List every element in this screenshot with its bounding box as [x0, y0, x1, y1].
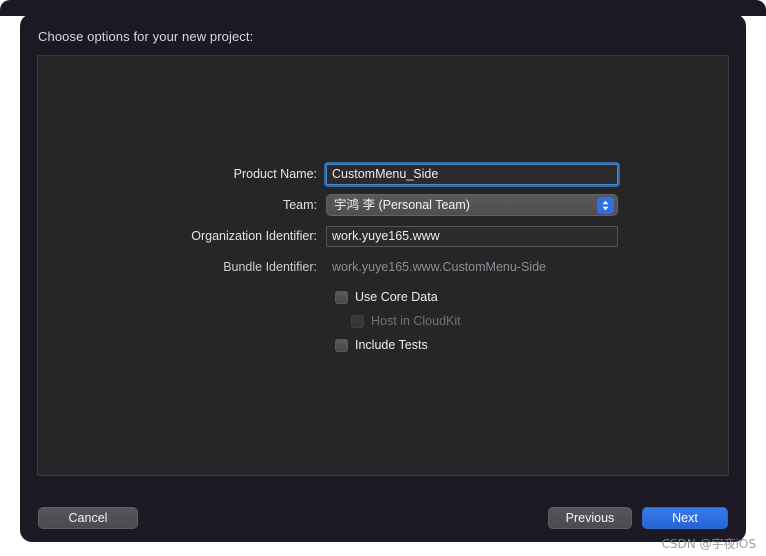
- team-popup-button[interactable]: 宇鸿 李 (Personal Team): [326, 194, 618, 216]
- watermark: CSDN @宇夜iOS: [661, 537, 756, 551]
- checkbox-row-use-core-data: Use Core Data: [38, 287, 730, 307]
- chevron-up-down-icon[interactable]: [597, 197, 614, 214]
- team-selected-value: 宇鸿 李 (Personal Team): [334, 198, 470, 212]
- product-name-field-wrap: [326, 163, 618, 185]
- organization-identifier-input[interactable]: [326, 225, 618, 247]
- screenshot-root: Choose options for your new project: Pro…: [0, 0, 766, 556]
- team-label: Team:: [282, 198, 317, 212]
- sheet-footer: Cancel Previous Next: [20, 490, 746, 542]
- cancel-button[interactable]: Cancel: [38, 507, 138, 529]
- field-row-bundle-identifier: Bundle Identifier: work.yuye165.www.Cust…: [38, 256, 730, 278]
- new-project-options-sheet: Choose options for your new project: Pro…: [20, 14, 746, 542]
- options-panel: Product Name: Team: 宇鸿 李 (Personal Team): [37, 55, 729, 476]
- field-row-organization-identifier: Organization Identifier:: [38, 225, 730, 247]
- bundle-identifier-value-wrap: work.yuye165.www.CustomMenu-Side: [326, 256, 618, 278]
- bundle-identifier-label: Bundle Identifier:: [223, 260, 317, 274]
- checkbox-row-host-in-cloudkit: Host in CloudKit: [38, 311, 730, 331]
- use-core-data-label[interactable]: Use Core Data: [355, 290, 438, 304]
- next-button[interactable]: Next: [642, 507, 728, 529]
- sheet-title: Choose options for your new project:: [38, 29, 254, 44]
- field-row-product-name: Product Name:: [38, 163, 730, 185]
- organization-identifier-field-wrap: [326, 225, 618, 247]
- checkbox-row-include-tests: Include Tests: [38, 335, 730, 355]
- host-in-cloudkit-label: Host in CloudKit: [371, 314, 461, 328]
- organization-identifier-label: Organization Identifier:: [191, 229, 317, 243]
- project-options-form: Product Name: Team: 宇鸿 李 (Personal Team): [38, 163, 730, 359]
- use-core-data-checkbox[interactable]: [335, 290, 348, 304]
- host-in-cloudkit-checkbox: [351, 314, 364, 328]
- team-field-wrap: 宇鸿 李 (Personal Team): [326, 194, 618, 216]
- product-name-input[interactable]: [326, 163, 618, 185]
- bundle-identifier-value: work.yuye165.www.CustomMenu-Side: [332, 260, 546, 274]
- field-row-team: Team: 宇鸿 李 (Personal Team): [38, 194, 730, 216]
- previous-button[interactable]: Previous: [548, 507, 632, 529]
- include-tests-label[interactable]: Include Tests: [355, 338, 428, 352]
- product-name-label: Product Name:: [233, 167, 317, 181]
- include-tests-checkbox[interactable]: [335, 338, 348, 352]
